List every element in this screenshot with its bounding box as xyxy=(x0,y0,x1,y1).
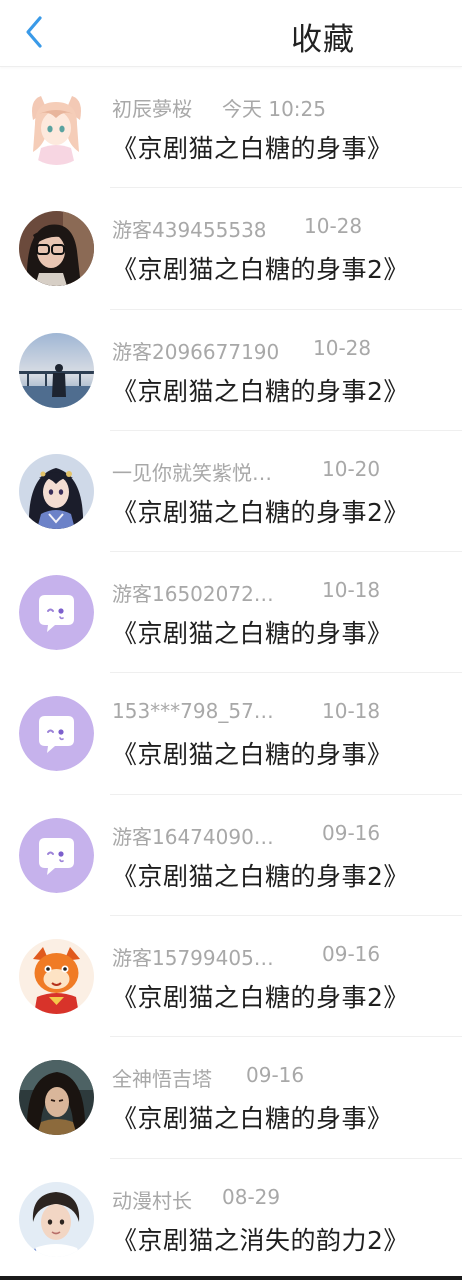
back-button[interactable] xyxy=(14,12,54,52)
chat-bubble-icon xyxy=(19,696,94,772)
username: 153***798_57… xyxy=(112,699,274,724)
list-item[interactable]: 动漫村长 08-29 《京剧猫之消失的韵力2》 xyxy=(0,1159,462,1280)
username: 游客2096677190 xyxy=(112,339,280,364)
list-item[interactable]: 游客439455538 10-28 《京剧猫之白糖的身事2》 xyxy=(0,188,462,310)
timestamp: 09-16 xyxy=(322,942,381,967)
timestamp: 10-20 xyxy=(322,456,381,481)
work-title: 《京剧猫之消失的韵力2》 xyxy=(112,1225,409,1255)
user-avatar[interactable] xyxy=(19,211,94,287)
username: 游客16474090… xyxy=(112,824,274,849)
work-title: 《京剧猫之白糖的身事2》 xyxy=(112,497,409,527)
work-title: 《京剧猫之白糖的身事》 xyxy=(112,740,393,770)
timestamp: 10-28 xyxy=(304,214,363,239)
user-avatar[interactable] xyxy=(19,332,94,408)
list-item[interactable]: 游客15799405… 09-16 《京剧猫之白糖的身事2》 xyxy=(0,916,462,1038)
timestamp: 10-28 xyxy=(313,335,372,360)
work-title: 《京剧猫之白糖的身事2》 xyxy=(112,983,409,1013)
username: 一见你就笑紫悦… xyxy=(112,460,272,485)
user-avatar[interactable] xyxy=(19,939,94,1015)
list-item[interactable]: 153***798_57… 10-18 《京剧猫之白糖的身事》 xyxy=(0,673,462,795)
timestamp: 09-16 xyxy=(322,820,381,845)
username: 初辰夢桜 xyxy=(112,97,192,121)
timestamp: 10-18 xyxy=(322,578,381,603)
username: 游客439455538 xyxy=(112,218,267,243)
list-item[interactable]: 初辰夢桜 今天 10:25 《京剧猫之白糖的身事》 xyxy=(0,67,462,189)
work-title: 《京剧猫之白糖的身事2》 xyxy=(112,861,409,891)
work-title: 《京剧猫之白糖的身事》 xyxy=(112,619,393,649)
work-title: 《京剧猫之白糖的身事2》 xyxy=(112,376,409,406)
chat-bubble-icon xyxy=(19,817,94,893)
user-avatar[interactable] xyxy=(19,817,94,893)
list-item[interactable]: 游客2096677190 10-28 《京剧猫之白糖的身事2》 xyxy=(0,310,462,431)
user-avatar[interactable] xyxy=(19,1060,94,1136)
timestamp: 09-16 xyxy=(246,1063,305,1088)
username: 全神悟吉塔 xyxy=(112,1067,212,1092)
top-nav-bar: 收藏 xyxy=(0,0,462,67)
work-title: 《京剧猫之白糖的身事》 xyxy=(112,134,393,163)
user-avatar[interactable] xyxy=(19,696,94,772)
timestamp: 今天 10:25 xyxy=(222,97,326,121)
chevron-left-icon xyxy=(26,16,42,48)
user-avatar[interactable] xyxy=(19,1181,94,1257)
list-item[interactable]: 全神悟吉塔 09-16 《京剧猫之白糖的身事》 xyxy=(0,1037,462,1159)
user-avatar[interactable] xyxy=(19,575,94,651)
username: 动漫村长 xyxy=(112,1188,192,1213)
work-title: 《京剧猫之白糖的身事》 xyxy=(112,1104,393,1134)
list-item[interactable]: 游客16474090… 09-16 《京剧猫之白糖的身事2》 xyxy=(0,795,462,917)
user-avatar[interactable] xyxy=(19,453,94,529)
username: 游客15799405… xyxy=(112,946,274,971)
username: 游客16502072… xyxy=(112,582,274,607)
work-title: 《京剧猫之白糖的身事2》 xyxy=(112,255,409,285)
list-item[interactable]: 一见你就笑紫悦… 10-20 《京剧猫之白糖的身事2》 xyxy=(0,431,462,553)
timestamp: 08-29 xyxy=(222,1184,281,1209)
timestamp: 10-18 xyxy=(322,699,381,724)
bottom-edge-bar xyxy=(0,1276,462,1280)
user-avatar[interactable] xyxy=(19,90,94,165)
favorites-list: 初辰夢桜 今天 10:25 《京剧猫之白糖的身事》 游客439455538 10… xyxy=(0,67,462,1280)
chat-bubble-icon xyxy=(19,575,94,651)
list-item[interactable]: 游客16502072… 10-18 《京剧猫之白糖的身事》 xyxy=(0,552,462,674)
page-title: 收藏 xyxy=(291,22,355,58)
